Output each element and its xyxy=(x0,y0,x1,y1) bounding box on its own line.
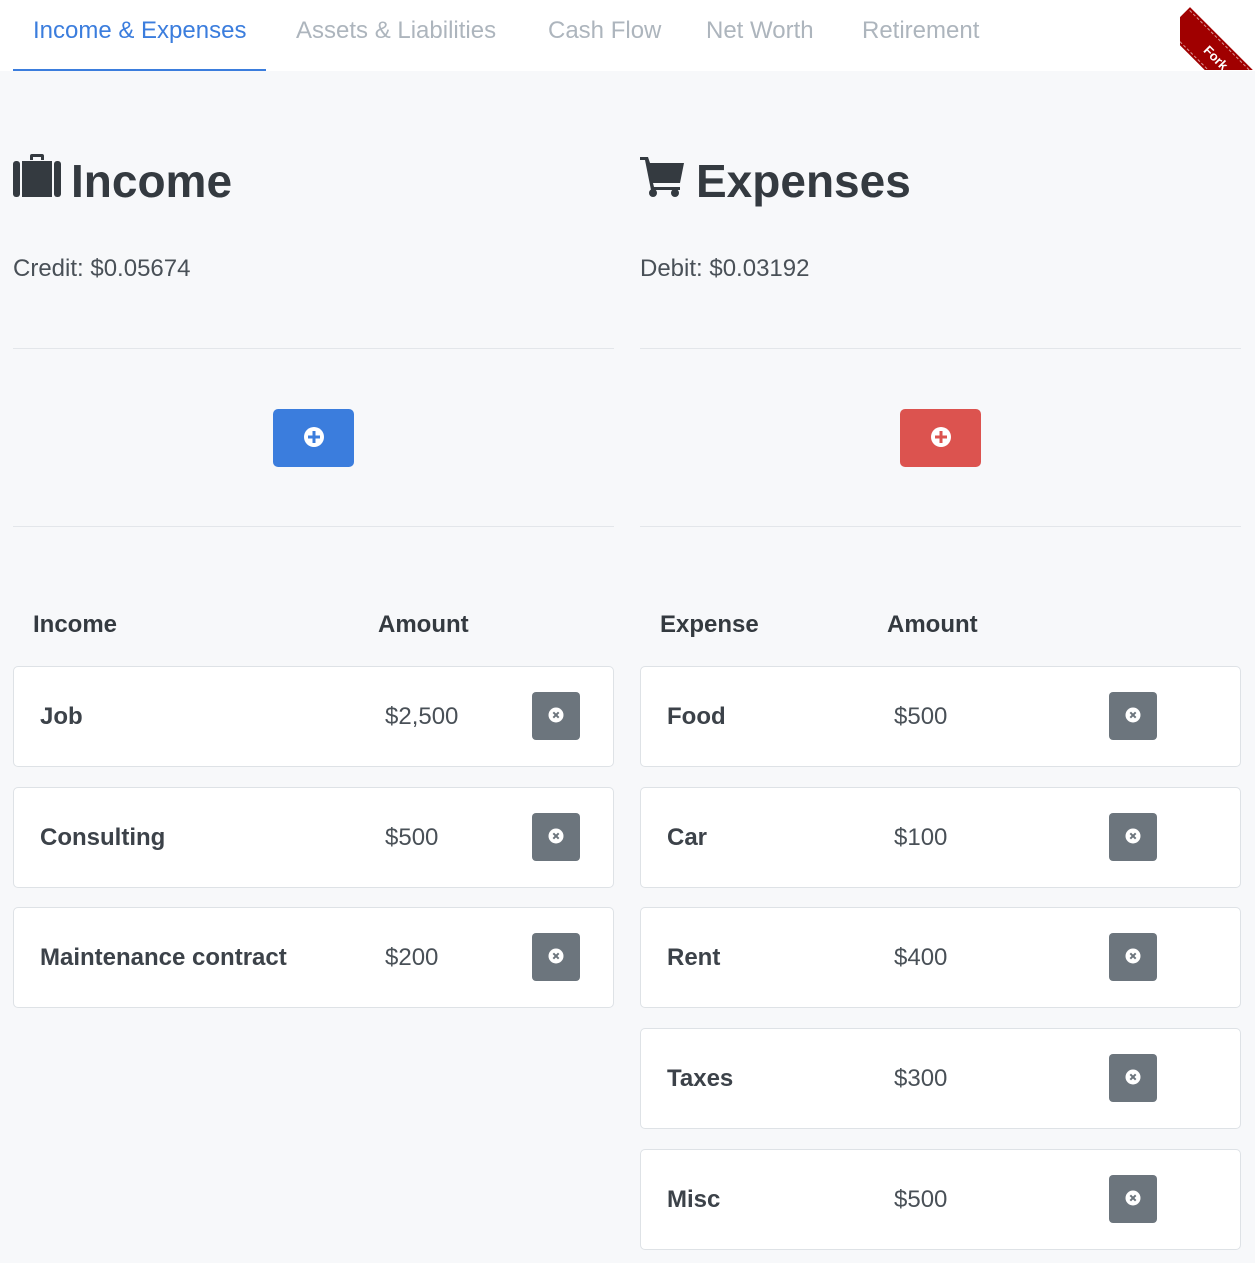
expense-row: Food $500 xyxy=(640,666,1241,767)
income-amount: $2,500 xyxy=(385,703,459,730)
income-row: Consulting $500 xyxy=(13,787,614,888)
tab-assets-liabilities[interactable]: Assets & Liabilities xyxy=(296,0,496,71)
delete-expense-button[interactable] xyxy=(1109,813,1157,861)
delete-expense-button[interactable] xyxy=(1109,1175,1157,1223)
tab-cash-flow[interactable]: Cash Flow xyxy=(548,0,661,71)
income-name: Maintenance contract xyxy=(40,944,287,971)
delete-income-button[interactable] xyxy=(532,813,580,861)
expense-amount: $100 xyxy=(894,824,948,851)
shopping-cart-icon xyxy=(640,154,696,208)
delete-income-button[interactable] xyxy=(532,692,580,740)
expenses-title: Expenses xyxy=(696,155,911,207)
income-title: Income xyxy=(71,155,233,207)
expense-amount: $300 xyxy=(894,1065,948,1092)
expenses-debit-summary: Debit: $0.03192 xyxy=(640,255,810,282)
income-credit-summary: Credit: $0.05674 xyxy=(13,255,191,282)
divider xyxy=(640,526,1241,527)
tab-retirement[interactable]: Retirement xyxy=(862,0,979,71)
delete-expense-button[interactable] xyxy=(1109,1054,1157,1102)
divider xyxy=(640,348,1241,349)
income-name: Consulting xyxy=(40,824,166,851)
expense-name: Misc xyxy=(667,1186,721,1213)
fork-me-ribbon[interactable]: Fork xyxy=(1180,10,1255,70)
expense-amount: $500 xyxy=(894,1186,948,1213)
tab-income-expenses[interactable]: Income & Expenses xyxy=(12,0,267,71)
delete-expense-button[interactable] xyxy=(1109,692,1157,740)
times-circle-icon xyxy=(548,828,564,847)
times-circle-icon xyxy=(548,948,564,967)
nav-tabs: Income & Expenses Assets & Liabilities C… xyxy=(0,0,1255,71)
times-circle-icon xyxy=(1125,1190,1141,1209)
delete-income-button[interactable] xyxy=(532,933,580,981)
expense-column-header: Expense xyxy=(660,611,759,638)
expense-row: Car $100 xyxy=(640,787,1241,888)
income-amount: $200 xyxy=(385,944,439,971)
divider xyxy=(13,348,614,349)
expense-row: Taxes $300 xyxy=(640,1028,1241,1129)
fork-ribbon-container: Fork xyxy=(1180,0,1255,70)
expense-name: Rent xyxy=(667,944,721,971)
add-income-button[interactable] xyxy=(273,409,354,467)
income-row: Maintenance contract $200 xyxy=(13,907,614,1008)
plus-circle-icon xyxy=(303,426,325,451)
times-circle-icon xyxy=(1125,1069,1141,1088)
income-heading: Income xyxy=(13,153,232,209)
times-circle-icon xyxy=(548,707,564,726)
income-name: Job xyxy=(40,703,83,730)
times-circle-icon xyxy=(1125,707,1141,726)
times-circle-icon xyxy=(1125,828,1141,847)
expense-amount: $400 xyxy=(894,944,948,971)
times-circle-icon xyxy=(1125,948,1141,967)
expenses-heading: Expenses xyxy=(640,153,911,209)
expense-name: Food xyxy=(667,703,726,730)
expense-row: Rent $400 xyxy=(640,907,1241,1008)
income-column-header: Income xyxy=(33,611,118,638)
expense-name: Taxes xyxy=(667,1065,734,1092)
divider xyxy=(13,526,614,527)
amount-column-header: Amount xyxy=(887,611,978,638)
expense-amount: $500 xyxy=(894,703,948,730)
add-expense-button[interactable] xyxy=(900,409,981,467)
income-row: Job $2,500 xyxy=(13,666,614,767)
amount-column-header: Amount xyxy=(378,611,469,638)
tab-net-worth[interactable]: Net Worth xyxy=(706,0,814,71)
briefcase-icon xyxy=(13,153,71,209)
income-amount: $500 xyxy=(385,824,439,851)
expense-row: Misc $500 xyxy=(640,1149,1241,1250)
delete-expense-button[interactable] xyxy=(1109,933,1157,981)
plus-circle-icon xyxy=(930,426,952,451)
expense-name: Car xyxy=(667,824,708,851)
